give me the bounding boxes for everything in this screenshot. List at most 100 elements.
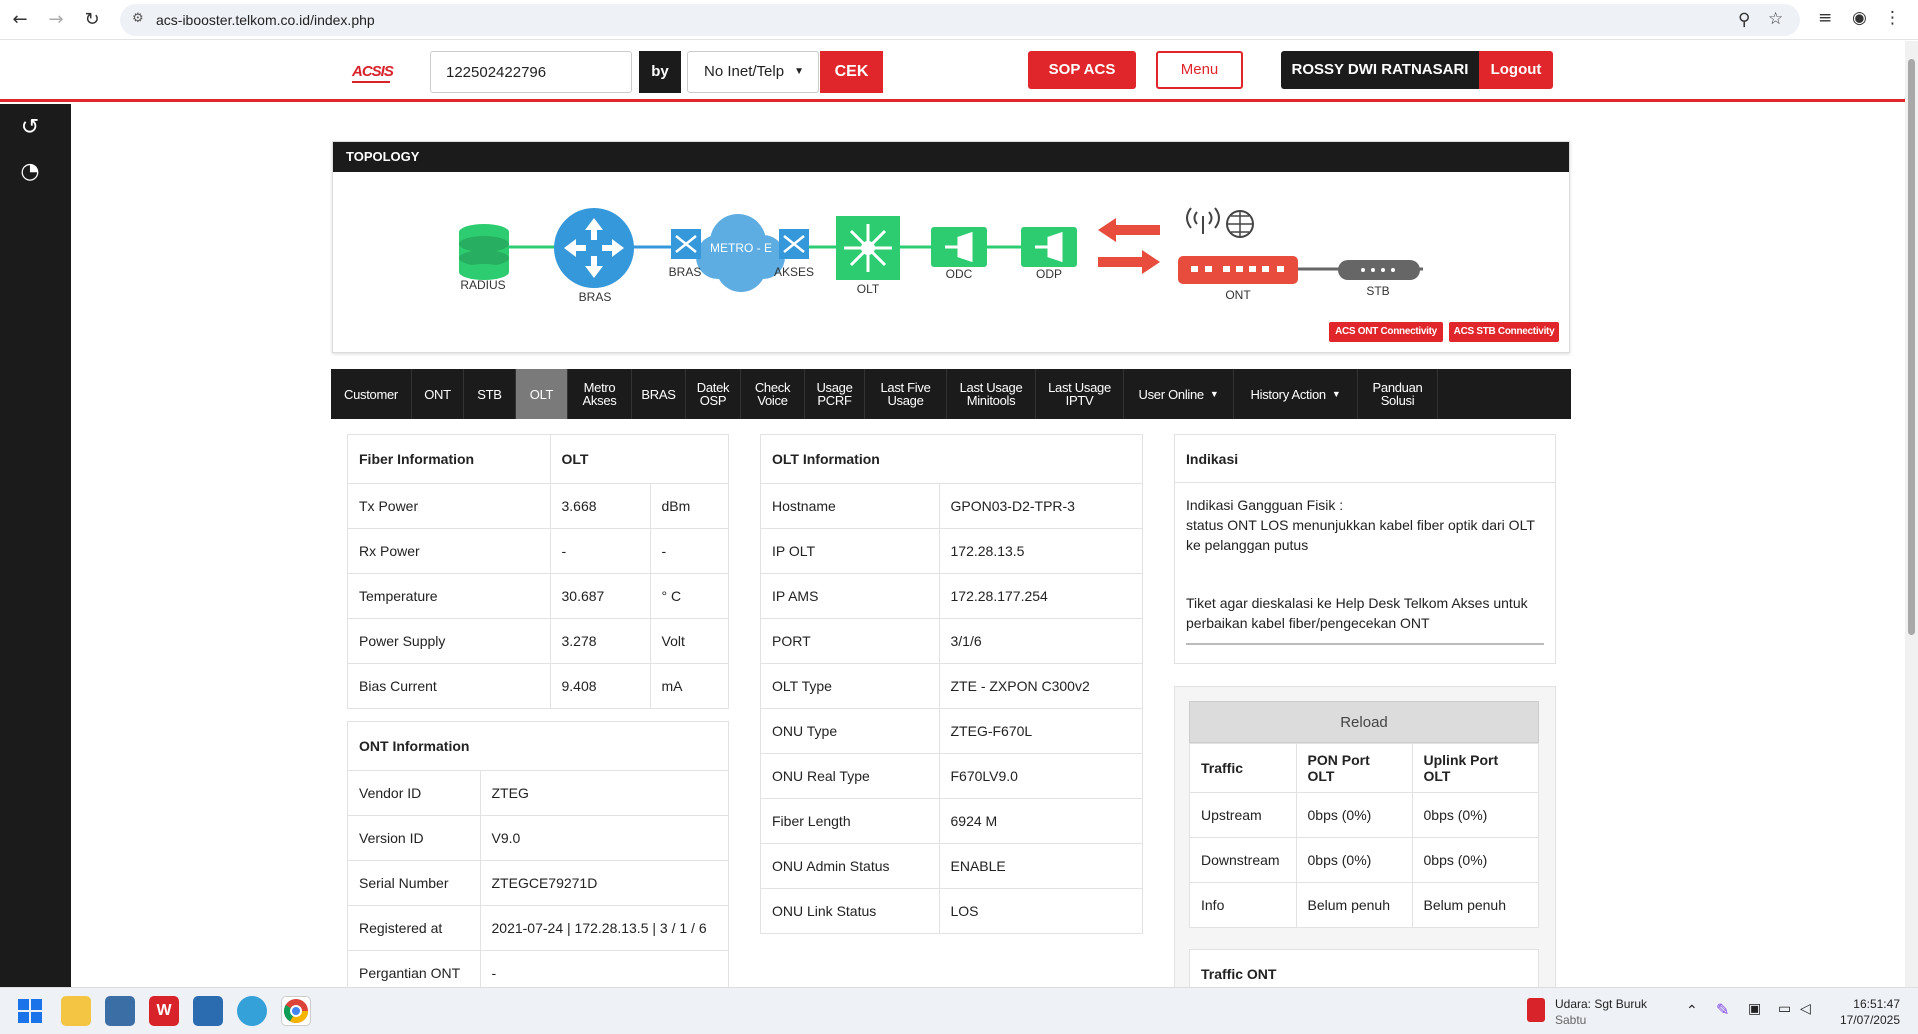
ont-router-icon bbox=[1178, 207, 1298, 284]
scrollbar-thumb[interactable] bbox=[1908, 59, 1915, 635]
topology-title: TOPOLOGY bbox=[333, 142, 1569, 172]
table-row: Serial Number ZTEGCE79271D bbox=[348, 860, 728, 906]
table-row: Rx Power - - bbox=[348, 528, 728, 574]
address-bar[interactable]: ⚙ acs-ibooster.telkom.co.id/index.php ⚲ … bbox=[120, 4, 1800, 36]
table-row: ONU Real Type F670LV9.0 bbox=[761, 753, 1142, 799]
traffic-table-wrapper: Traffic PON Port OLT Uplink Port OLT Upstr… bbox=[1189, 743, 1539, 928]
zoom-icon[interactable]: ⚲ bbox=[1738, 10, 1750, 30]
app-icon[interactable] bbox=[237, 996, 267, 1026]
volume-icon[interactable]: ◁ bbox=[1800, 1000, 1811, 1017]
forward-icon[interactable]: → bbox=[44, 8, 68, 32]
table-row: IP OLT 172.28.13.5 bbox=[761, 528, 1142, 574]
sop-acs-button[interactable]: SOP ACS bbox=[1028, 51, 1136, 89]
app-tray-icon[interactable]: ▣ bbox=[1748, 1000, 1761, 1017]
indikasi-line-1: Indikasi Gangguan Fisik : bbox=[1186, 497, 1344, 513]
site-info-icon[interactable]: ⚙ bbox=[132, 11, 144, 26]
weather-title[interactable]: Udara: Sgt Buruk bbox=[1555, 997, 1647, 1011]
ont-info-title: ONT Information bbox=[348, 722, 728, 771]
chevron-up-icon[interactable]: ⌃ bbox=[1686, 1002, 1698, 1019]
app-icon[interactable] bbox=[105, 996, 135, 1026]
weather-subtitle: Sabtu bbox=[1555, 1013, 1587, 1027]
undo-icon[interactable]: ↺ bbox=[14, 112, 46, 144]
clock-date[interactable]: 17/07/2025 bbox=[1836, 1013, 1900, 1027]
user-name-badge: ROSSY DWI RATNASARI bbox=[1281, 51, 1479, 89]
bras-small-label: BRAS bbox=[668, 265, 702, 279]
indikasi-line-2: status ONT LOS menunjukkan kabel fiber o… bbox=[1186, 517, 1535, 553]
ont-label: ONT bbox=[1225, 288, 1251, 302]
olt-label: OLT bbox=[856, 282, 880, 296]
logout-button[interactable]: Logout bbox=[1479, 51, 1553, 89]
table-row: ONU Link Status LOS bbox=[761, 888, 1142, 933]
bras-label: BRAS bbox=[578, 290, 612, 304]
tab-metro-akses[interactable]: Metro Akses bbox=[568, 369, 632, 419]
file-explorer-icon[interactable] bbox=[61, 996, 91, 1026]
url-text[interactable]: acs-ibooster.telkom.co.id/index.php bbox=[156, 12, 375, 28]
olt-icon bbox=[836, 216, 900, 280]
back-icon[interactable]: ← bbox=[8, 8, 32, 32]
wps-office-icon[interactable]: W bbox=[149, 996, 179, 1026]
reload-icon[interactable]: ↻ bbox=[80, 8, 104, 32]
table-row: Fiber Length 6924 M bbox=[761, 798, 1142, 844]
odp-icon bbox=[1021, 227, 1077, 267]
profile-icon[interactable]: ◉ bbox=[1852, 8, 1867, 28]
table-row: Temperature 30.687 ° C bbox=[348, 573, 728, 619]
tab-bras[interactable]: BRAS bbox=[632, 369, 686, 419]
table-row: PORT 3/1/6 bbox=[761, 618, 1142, 664]
tab-user-online[interactable]: User Online ▼ bbox=[1124, 369, 1234, 419]
table-row: Version ID V9.0 bbox=[348, 815, 728, 861]
chrome-icon[interactable] bbox=[281, 996, 311, 1026]
tab-last-usage-iptv[interactable]: Last Usage IPTV bbox=[1036, 369, 1124, 419]
tab-history-action[interactable]: History Action ▼ bbox=[1234, 369, 1358, 419]
table-row: Bias Current 9.408 mA bbox=[348, 663, 728, 708]
table-row: ONU Admin Status ENABLE bbox=[761, 843, 1142, 889]
acs-stb-connectivity-button[interactable]: ACS STB Connectivity bbox=[1449, 322, 1559, 342]
menu-button[interactable]: Menu bbox=[1156, 51, 1243, 89]
tab-datek-osp[interactable]: Datek OSP bbox=[686, 369, 741, 419]
search-type-select[interactable]: No Inet/Telp ▼ bbox=[687, 51, 819, 93]
tab-panduan-solusi[interactable]: Panduan Solusi bbox=[1358, 369, 1438, 419]
divider bbox=[1186, 643, 1544, 645]
page-scrollbar[interactable] bbox=[1905, 41, 1918, 987]
tab-usage-pcrf[interactable]: Usage PCRF bbox=[805, 369, 865, 419]
more-options-icon[interactable]: ⋮ bbox=[1884, 8, 1901, 28]
bookmark-star-icon[interactable]: ☆ bbox=[1768, 9, 1783, 29]
odc-label: ODC bbox=[945, 267, 973, 281]
indikasi-title: Indikasi bbox=[1175, 435, 1555, 483]
table-row: Info Belum penuh Belum penuh bbox=[1190, 882, 1538, 927]
odc-icon bbox=[931, 227, 987, 267]
network-icon[interactable]: ▭ bbox=[1778, 1000, 1791, 1017]
table-row: Power Supply 3.278 Volt bbox=[348, 618, 728, 664]
pen-icon[interactable]: ✎ bbox=[1716, 1000, 1729, 1020]
indikasi-line-3: Tiket agar dieskalasi ke Help Desk Telko… bbox=[1186, 595, 1528, 631]
traffic-ont-title: Traffic ONT bbox=[1189, 949, 1539, 989]
tab-check-voice[interactable]: Check Voice bbox=[741, 369, 805, 419]
acsis-logo[interactable]: ACSIS bbox=[352, 63, 394, 83]
tab-olt[interactable]: OLT bbox=[516, 369, 568, 419]
tab-search-icon[interactable]: ≡ bbox=[1818, 8, 1832, 28]
search-type-value: No Inet/Telp bbox=[704, 63, 785, 80]
search-input[interactable] bbox=[430, 51, 632, 93]
tab-ont[interactable]: ONT bbox=[412, 369, 464, 419]
table-row: OLT Type ZTE - ZXPON C300v2 bbox=[761, 663, 1142, 709]
odp-label: ODP bbox=[1035, 267, 1062, 281]
weather-icon[interactable] bbox=[1527, 998, 1545, 1022]
tab-last-five-usage[interactable]: Last Five Usage bbox=[865, 369, 947, 419]
indikasi-panel: Indikasi Indikasi Gangguan Fisik : statu… bbox=[1174, 434, 1556, 664]
cek-button[interactable]: CEK bbox=[820, 51, 883, 93]
table-row: Vendor ID ZTEG bbox=[348, 770, 728, 816]
stb-label: STB bbox=[1366, 284, 1390, 298]
olt-column-header: OLT bbox=[549, 435, 728, 484]
tab-customer[interactable]: Customer bbox=[331, 369, 412, 419]
clock-time[interactable]: 16:51:47 bbox=[1842, 997, 1900, 1011]
acs-ont-connectivity-button[interactable]: ACS ONT Connectivity bbox=[1329, 322, 1443, 342]
radius-label: RADIUS bbox=[460, 278, 506, 292]
caret-down-icon: ▼ bbox=[794, 66, 804, 77]
akses-label: AKSES bbox=[773, 265, 815, 279]
topology-panel: TOPOLOGY METRO - E RADIUS BRAS BRAS AKSE… bbox=[332, 141, 1570, 353]
reload-button[interactable]: Reload bbox=[1189, 701, 1539, 743]
tab-last-usage-minitools[interactable]: Last Usage Minitools bbox=[947, 369, 1036, 419]
notepad-icon[interactable] bbox=[193, 996, 223, 1026]
tab-stb[interactable]: STB bbox=[464, 369, 516, 419]
dashboard-icon[interactable]: ◔ bbox=[14, 156, 46, 188]
windows-start-icon[interactable] bbox=[17, 998, 43, 1024]
